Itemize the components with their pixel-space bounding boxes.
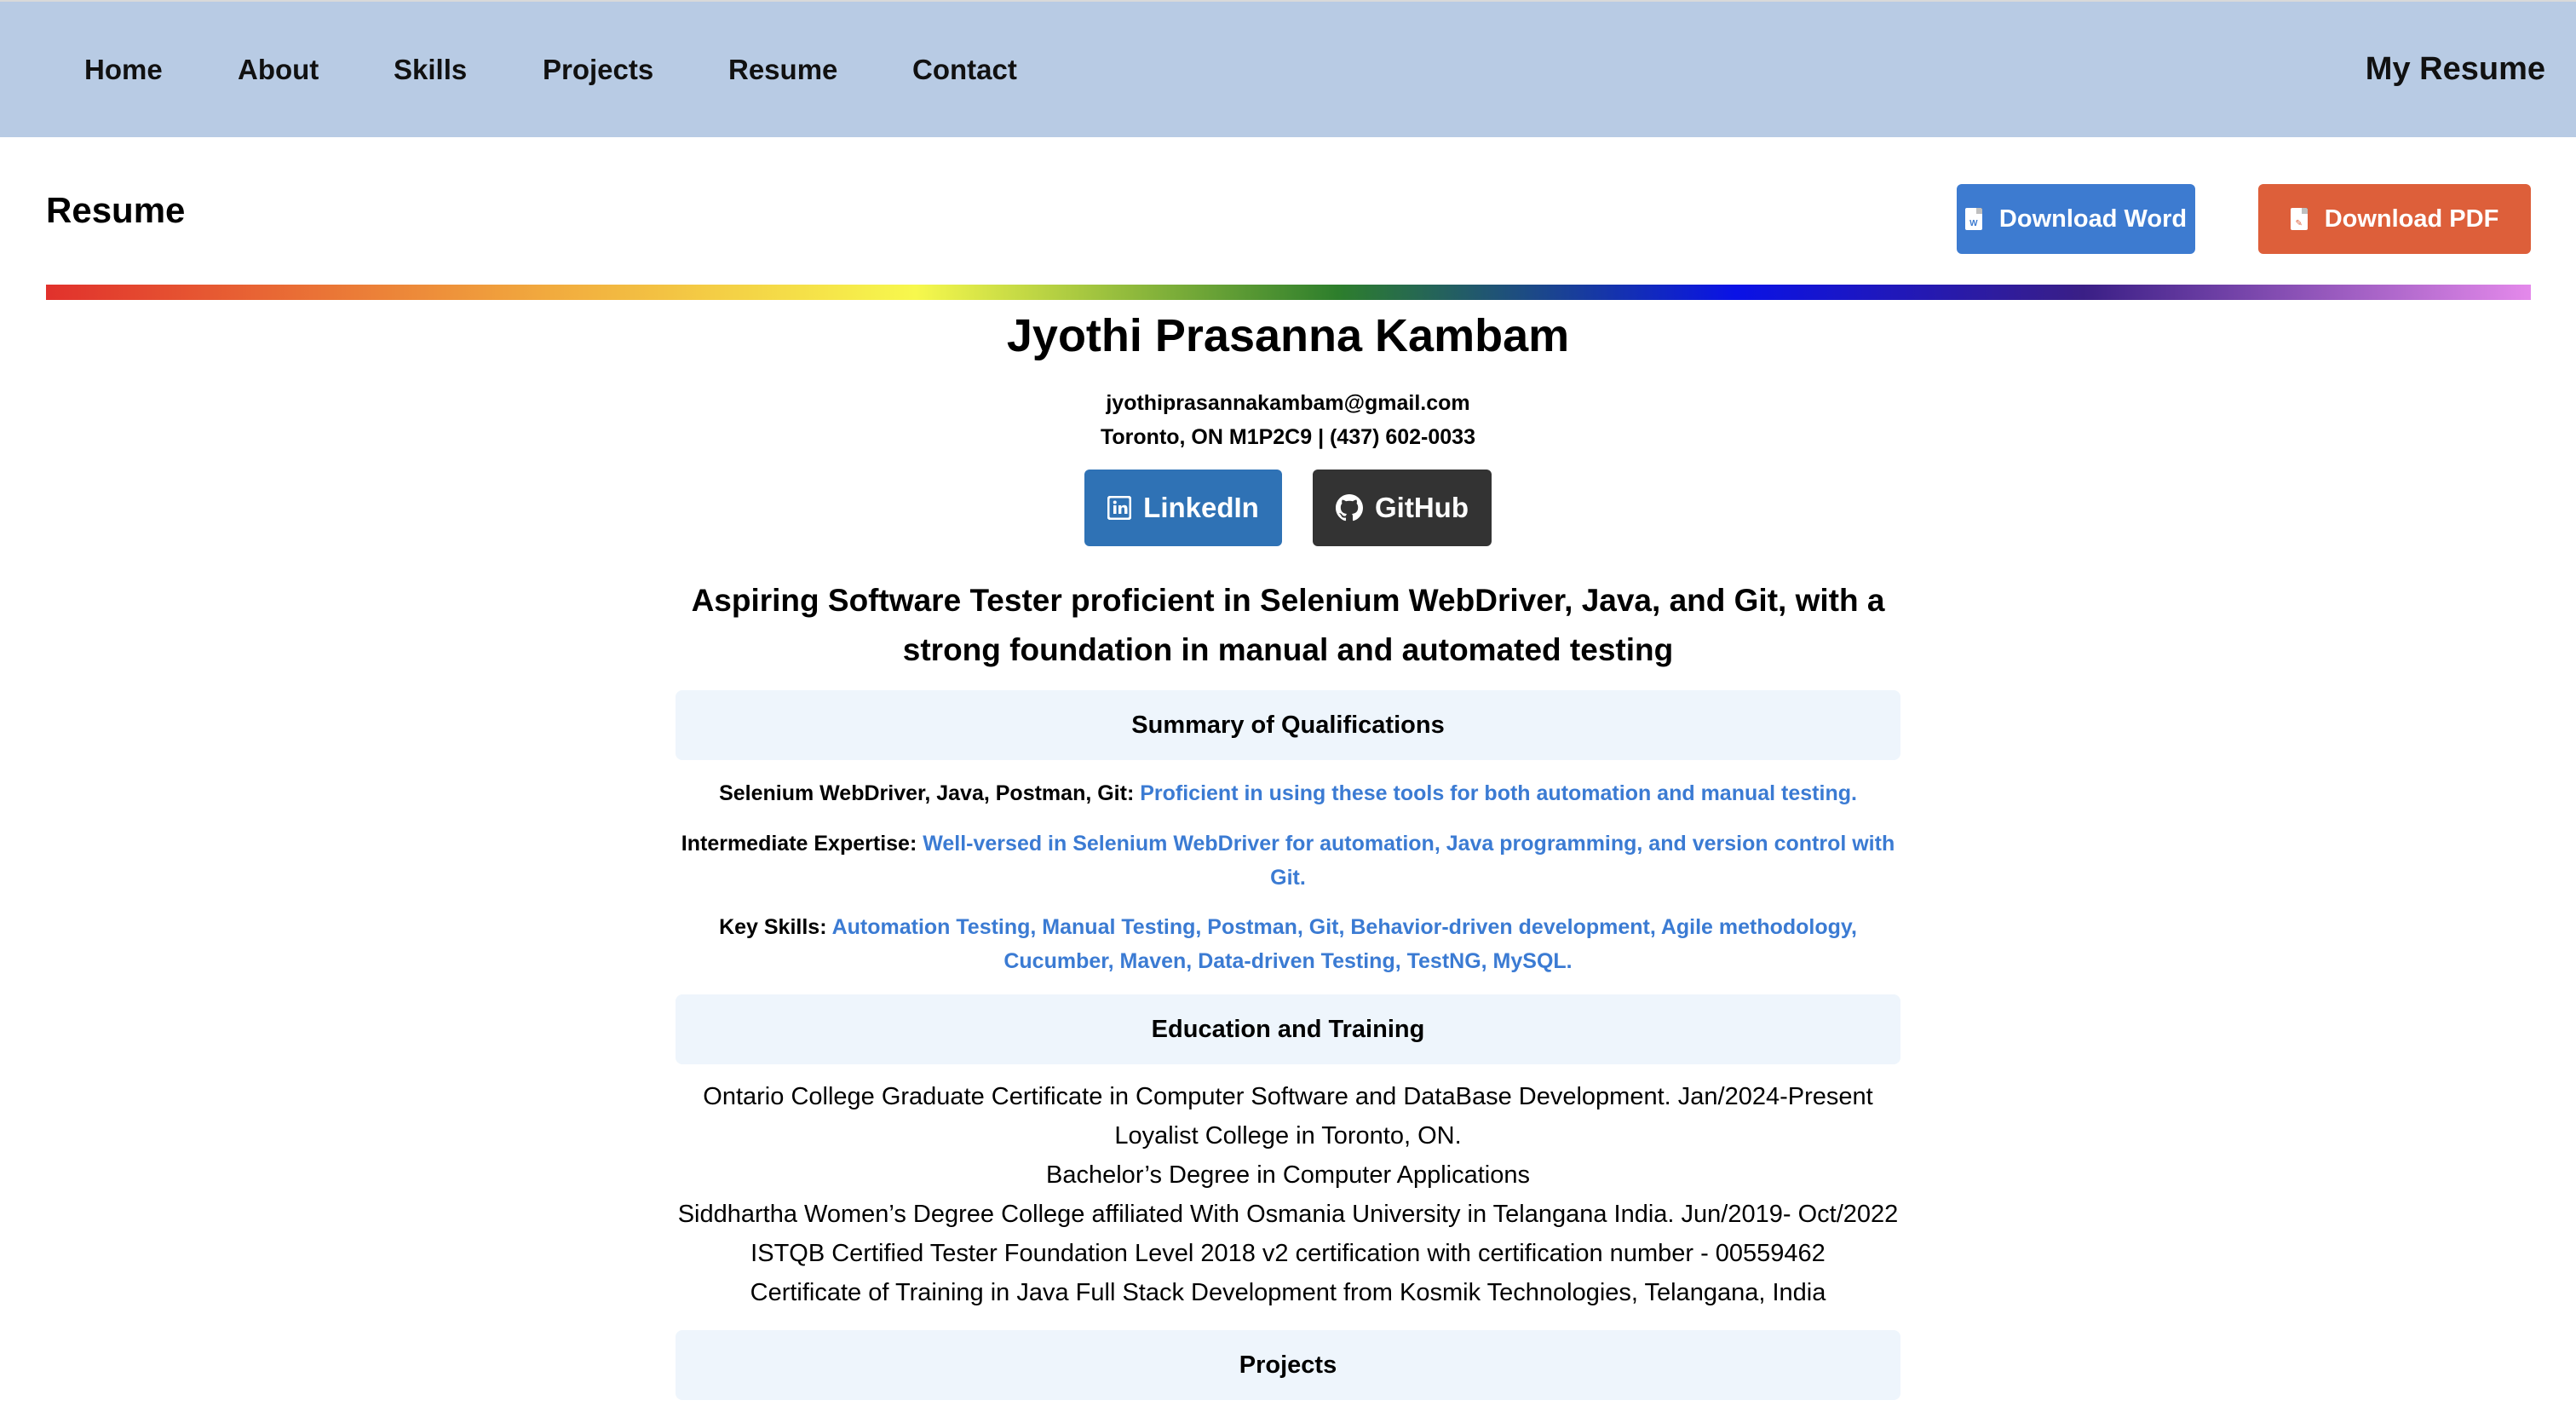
nav-about[interactable]: About	[238, 2, 319, 137]
github-icon	[1336, 494, 1363, 521]
github-button[interactable]: GitHub	[1313, 470, 1492, 546]
download-word-button[interactable]: W Download Word	[1957, 184, 2195, 254]
profile-name: Jyothi Prasanna Kambam	[1006, 310, 1570, 361]
file-word-icon: W	[1964, 208, 1982, 230]
qualification-item: Selenium WebDriver, Java, Postman, Git: …	[676, 776, 1900, 810]
linkedin-icon	[1107, 496, 1132, 520]
education-line: Loyalist College in Toronto, ON.	[1114, 1122, 1462, 1150]
rainbow-divider	[46, 285, 2531, 300]
section-heading-projects: Projects	[676, 1330, 1900, 1400]
nav-contact[interactable]: Contact	[912, 2, 1017, 137]
nav-projects[interactable]: Projects	[543, 2, 653, 137]
qualification-label: Intermediate Expertise:	[681, 832, 917, 856]
education-line: Siddhartha Women’s Degree College affili…	[677, 1201, 1899, 1228]
education-line: Bachelor’s Degree in Computer Applicatio…	[1046, 1161, 1530, 1189]
file-pdf-icon: ✎	[2290, 208, 2308, 230]
download-pdf-button[interactable]: ✎ Download PDF	[2258, 184, 2531, 254]
education-line: Ontario College Graduate Certificate in …	[703, 1083, 1873, 1110]
linkedin-label: LinkedIn	[1143, 492, 1259, 523]
brand-title[interactable]: My Resume	[2366, 2, 2545, 137]
qualification-text: Well-versed in Selenium WebDriver for au…	[923, 832, 1895, 890]
nav-skills[interactable]: Skills	[394, 2, 467, 137]
qualification-label: Key Skills:	[719, 915, 827, 939]
github-label: GitHub	[1375, 492, 1469, 523]
qualification-item: Key Skills: Automation Testing, Manual T…	[704, 910, 1872, 978]
linkedin-button[interactable]: LinkedIn	[1084, 470, 1282, 546]
download-pdf-label: Download PDF	[2324, 205, 2499, 233]
nav-home[interactable]: Home	[84, 2, 163, 137]
profile-email: jyothiprasannakambam@gmail.com	[1106, 391, 1470, 415]
qualification-label: Selenium WebDriver, Java, Postman, Git:	[719, 781, 1135, 805]
section-heading-qualifications: Summary of Qualifications	[676, 690, 1900, 760]
qualification-text: Proficient in using these tools for both…	[1140, 781, 1857, 805]
section-heading-education: Education and Training	[676, 994, 1900, 1064]
qualification-text: Automation Testing, Manual Testing, Post…	[831, 915, 1857, 973]
nav-resume[interactable]: Resume	[728, 2, 837, 137]
profile-address-phone: Toronto, ON M1P2C9 | (437) 602-0033	[1100, 425, 1475, 449]
qualification-item: Intermediate Expertise: Well-versed in S…	[673, 827, 1903, 895]
education-list: Ontario College Graduate Certificate in …	[676, 1077, 1900, 1312]
page-title: Resume	[46, 190, 186, 230]
navbar: Home About Skills Projects Resume Contac…	[0, 0, 2576, 137]
education-line: ISTQB Certified Tester Foundation Level …	[750, 1240, 1826, 1267]
education-line: Certificate of Training in Java Full Sta…	[750, 1279, 1826, 1306]
download-word-label: Download Word	[1998, 205, 2188, 233]
profile-tagline: Aspiring Software Tester proficient in S…	[691, 583, 1885, 667]
